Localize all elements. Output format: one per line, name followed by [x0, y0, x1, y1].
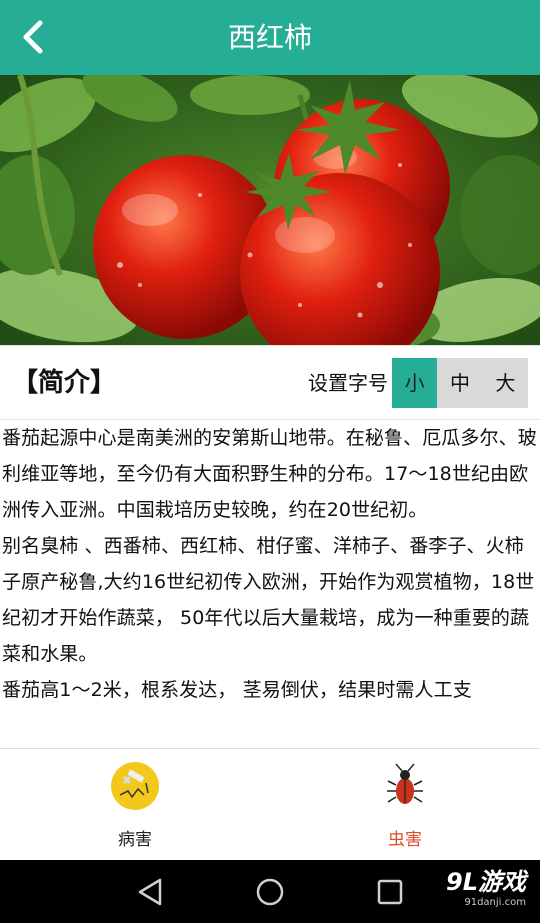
tab-pest-label: 虫害	[388, 830, 422, 850]
content-paragraph: 番茄高1～2米，根系发达， 茎易倒伏，结果时需人工支	[2, 679, 472, 701]
font-size-large-button[interactable]: 大	[483, 358, 528, 408]
watermark: 9L游戏 91danji.com	[446, 868, 526, 910]
intro-title: 【简介】	[12, 368, 117, 398]
tab-disease-label: 病害	[118, 830, 152, 850]
chevron-left-icon	[23, 20, 43, 54]
tab-pest[interactable]: 虫害	[270, 749, 540, 861]
watermark-url: 91danji.com	[464, 897, 526, 908]
bug-icon	[387, 763, 423, 804]
font-size-small-button[interactable]: 小	[392, 358, 438, 408]
content-paragraph: 别名臭柿 、西番柿、西红柿、柑仔蜜、洋柿子、番李子、火柿子原产秘鲁,大约16世纪…	[2, 535, 535, 665]
page-title: 西红柿	[227, 21, 312, 54]
intro-header: 【简介】 设置字号 小 中 大	[0, 345, 540, 420]
disease-icon	[111, 762, 159, 810]
font-size-selector: 小 中 大	[392, 358, 528, 408]
home-circle-icon[interactable]	[252, 874, 288, 910]
tab-disease[interactable]: 病害	[0, 749, 270, 861]
bottom-tab-bar: 病害 虫害	[0, 748, 540, 860]
back-button[interactable]	[14, 17, 54, 57]
font-size-medium-button[interactable]: 中	[437, 358, 482, 408]
system-nav-bar: 9L游戏 91danji.com	[0, 860, 540, 923]
font-size-label: 设置字号	[308, 371, 388, 395]
intro-content[interactable]: 番茄起源中心是南美洲的安第斯山地带。在秘鲁、厄瓜多尔、玻利维亚等地，至今仍有大面…	[0, 420, 540, 748]
recents-square-icon[interactable]	[372, 874, 408, 910]
content-paragraph: 番茄起源中心是南美洲的安第斯山地带。在秘鲁、厄瓜多尔、玻利维亚等地，至今仍有大面…	[2, 427, 537, 521]
back-triangle-icon[interactable]	[132, 874, 168, 910]
app-header: 西红柿	[0, 0, 540, 75]
tomato-image	[0, 75, 540, 345]
watermark-logo: 9L游戏	[446, 868, 526, 896]
